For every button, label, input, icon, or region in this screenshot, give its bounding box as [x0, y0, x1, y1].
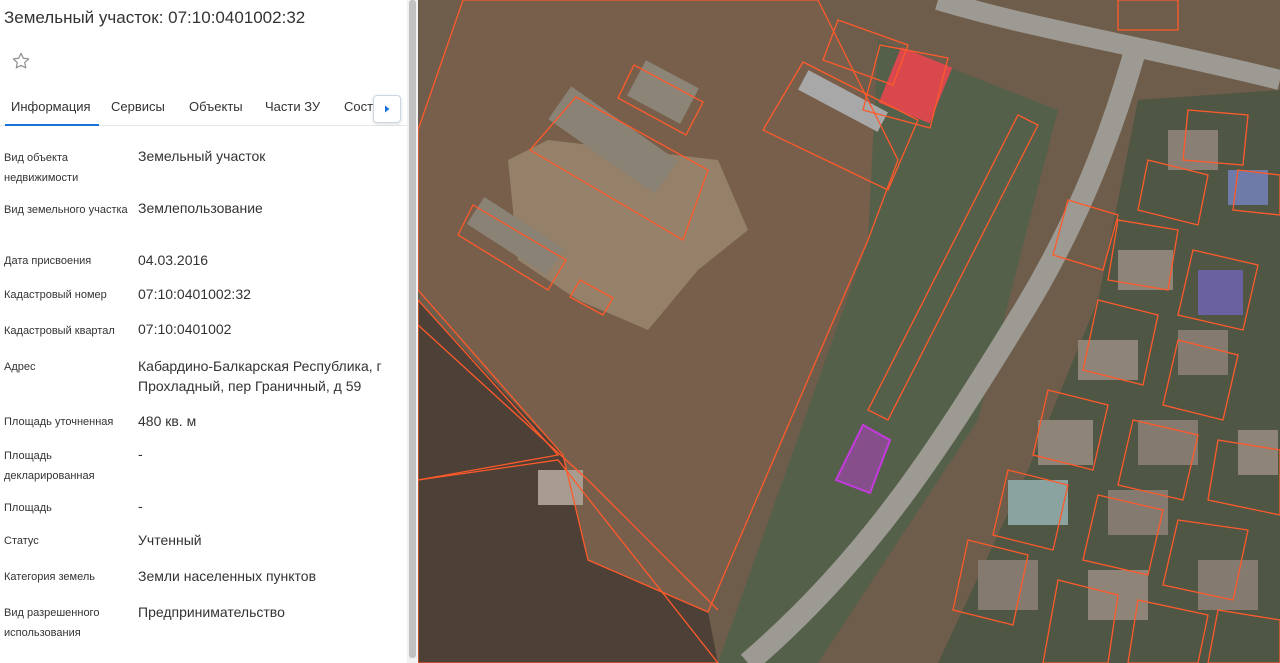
row-value-permitted-use: Предпринимательство: [138, 604, 285, 620]
chevron-right-icon: [385, 105, 390, 113]
satellite-map[interactable]: [418, 0, 1280, 663]
page-title: Земельный участок: 07:10:0401002:32: [4, 8, 306, 27]
panel-scroll-thumb[interactable]: [409, 0, 416, 658]
favorite-button[interactable]: [4, 44, 37, 77]
row-label-land-category: Категория земель: [4, 571, 95, 583]
tab-information[interactable]: Информация: [5, 92, 99, 126]
row-label-area-refined: Площадь уточненная: [4, 416, 114, 428]
row-value-land-type: Землепользование: [138, 200, 263, 216]
star-outline-icon: [12, 52, 29, 68]
row-value-status: Учтенный: [138, 532, 202, 548]
panel-scrollbar[interactable]: [407, 0, 418, 663]
row-label-status: Статус: [4, 535, 39, 547]
row-label-permitted-use: Вид разрешенного использования: [4, 607, 100, 639]
object-info-panel: Земельный участок: 07:10:0401002:32 Инфо…: [0, 0, 407, 663]
row-label-assign-date: Дата присвоения: [4, 255, 92, 267]
row-label-address: Адрес: [4, 361, 36, 373]
row-value-area: -: [138, 498, 143, 514]
tabs-next-button[interactable]: [373, 95, 401, 123]
row-value-assign-date: 04.03.2016: [138, 252, 209, 268]
tab-objects[interactable]: Объекты: [189, 92, 243, 126]
row-value-area-declared: -: [138, 446, 143, 462]
row-label-object-type: Вид объекта недвижимости: [4, 152, 79, 184]
tab-services[interactable]: Сервисы: [111, 92, 165, 126]
row-label-land-type: Вид земельного участка: [4, 204, 128, 216]
row-value-cadastral-quarter: 07:10:0401002: [138, 321, 232, 337]
row-value-cadastral-number: 07:10:0401002:32: [138, 286, 251, 302]
tab-parts[interactable]: Части ЗУ: [265, 92, 320, 126]
row-label-area-declared: Площадь декларированная: [4, 450, 95, 482]
row-value-address: Кабардино-Балкарская Республика, г Прохл…: [138, 358, 382, 394]
row-label-cadastral-number: Кадастровый номер: [4, 289, 107, 301]
tab-bar: Информация Сервисы Объекты Части ЗУ Сост…: [0, 92, 407, 126]
row-label-cadastral-quarter: Кадастровый квартал: [4, 325, 115, 337]
row-value-area-refined: 480 кв. м: [138, 413, 197, 429]
row-value-object-type: Земельный участок: [138, 148, 266, 164]
row-label-area: Площадь: [4, 502, 52, 514]
map-canvas[interactable]: [418, 0, 1280, 663]
row-value-land-category: Земли населенных пунктов: [138, 568, 317, 584]
